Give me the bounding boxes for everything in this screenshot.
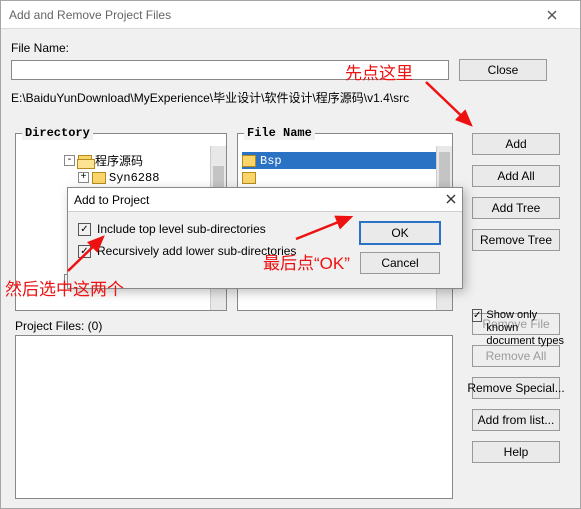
include-top-level-checkbox[interactable]: ✓ bbox=[78, 223, 91, 236]
tree-node[interactable]: - 程序源码 bbox=[22, 152, 222, 169]
expand-icon[interactable]: - bbox=[64, 155, 75, 166]
directory-legend: Directory bbox=[22, 126, 93, 140]
remove-tree-button[interactable]: Remove Tree bbox=[472, 229, 560, 251]
expand-icon[interactable]: + bbox=[78, 172, 89, 183]
help-button[interactable]: Help bbox=[472, 441, 560, 463]
file-name-input[interactable] bbox=[11, 60, 449, 80]
tree-node-label: 程序源码 bbox=[95, 152, 143, 169]
close-button[interactable]: Close bbox=[459, 59, 547, 81]
show-only-known-checkbox[interactable]: ✓ bbox=[472, 309, 482, 322]
add-all-button[interactable]: Add All bbox=[472, 165, 560, 187]
modal-title: Add to Project bbox=[74, 193, 149, 207]
tree-node-label: Syn6288 bbox=[109, 171, 159, 185]
show-only-known-label: Show only known document types bbox=[486, 309, 568, 349]
window-title: Add and Remove Project Files bbox=[9, 8, 171, 22]
recursive-checkbox[interactable]: ✓ bbox=[78, 245, 91, 258]
modal-close-icon[interactable] bbox=[446, 193, 456, 207]
file-name-label: File Name: bbox=[11, 41, 69, 55]
add-from-list-button[interactable]: Add from list... bbox=[472, 409, 560, 431]
list-item-label: Bsp bbox=[260, 154, 282, 168]
project-files-list[interactable] bbox=[15, 335, 453, 499]
include-top-level-label: Include top level sub-directories bbox=[97, 222, 266, 236]
tree-node[interactable]: + Syn6288 bbox=[22, 169, 222, 186]
add-tree-button[interactable]: Add Tree bbox=[472, 197, 560, 219]
path-display: E:\BaiduYunDownload\MyExperience\毕业设计\软件… bbox=[11, 91, 409, 105]
close-window-icon[interactable] bbox=[532, 5, 572, 25]
folder-icon bbox=[242, 172, 256, 184]
titlebar: Add and Remove Project Files bbox=[1, 1, 580, 29]
ok-button[interactable]: OK bbox=[360, 222, 440, 244]
folder-icon bbox=[242, 155, 256, 167]
folder-icon bbox=[92, 172, 106, 184]
list-item[interactable] bbox=[242, 169, 448, 186]
add-button[interactable]: Add bbox=[472, 133, 560, 155]
recursive-label: Recursively add lower sub-directories bbox=[97, 244, 296, 258]
main-window: Add and Remove Project Files File Name: … bbox=[0, 0, 581, 509]
project-files-label: Project Files: (0) bbox=[15, 319, 102, 333]
cancel-button[interactable]: Cancel bbox=[360, 252, 440, 274]
file-legend: File Name bbox=[244, 126, 315, 140]
add-to-project-dialog: Add to Project ✓ Include top level sub-d… bbox=[67, 187, 463, 289]
folder-icon bbox=[78, 155, 92, 167]
remove-special-button[interactable]: Remove Special... bbox=[472, 377, 560, 399]
list-item[interactable]: Bsp bbox=[242, 152, 448, 169]
